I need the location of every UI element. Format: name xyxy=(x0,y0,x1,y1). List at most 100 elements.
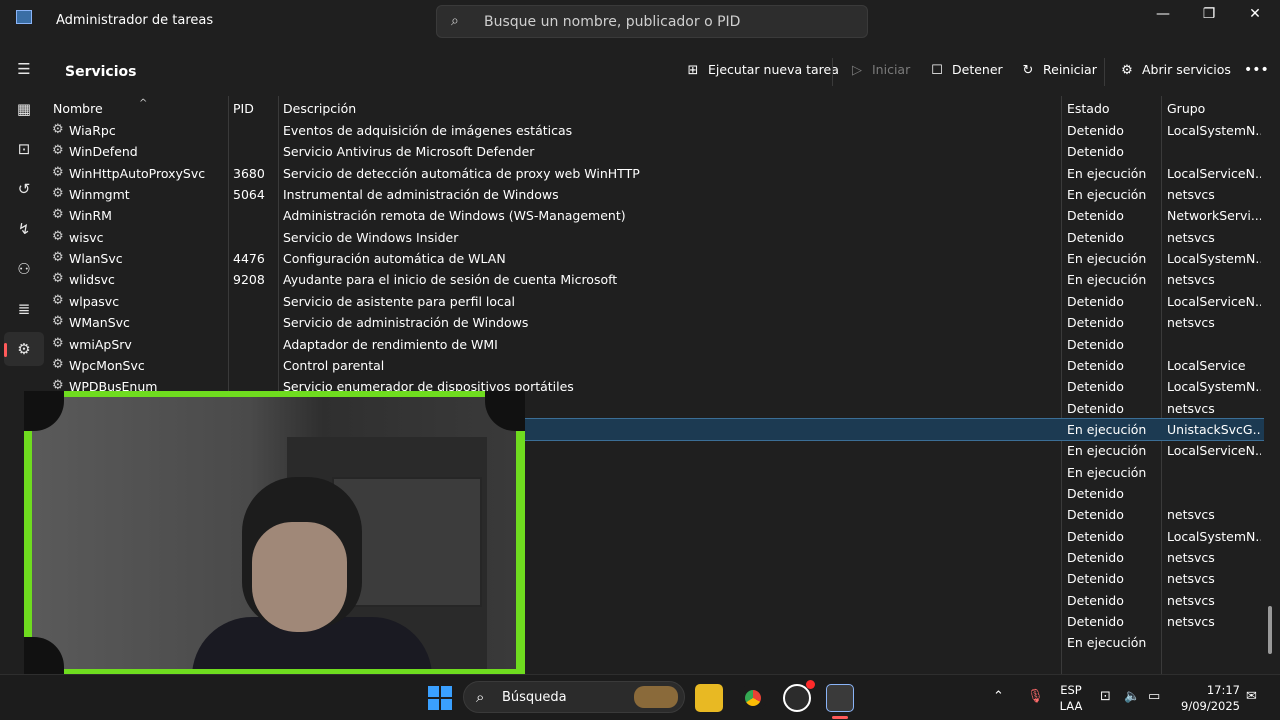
webcam-overlay xyxy=(24,391,525,677)
state-cell: En ejecución xyxy=(1067,443,1147,459)
battery-icon[interactable]: ▭ xyxy=(1148,689,1160,704)
pid-cell: 4476 xyxy=(233,251,265,267)
clock-date[interactable]: 9/09/2025 xyxy=(1176,699,1240,713)
state-cell: Detenido xyxy=(1067,507,1124,523)
taskbar-search[interactable]: ⌕ Búsqueda xyxy=(463,681,685,713)
app-history-icon[interactable]: ↺ xyxy=(4,172,44,206)
service-name-cell: WinHttpAutoProxySvc xyxy=(69,165,206,181)
notification-icon[interactable]: ✉ xyxy=(1246,689,1257,704)
gear-icon: ⚙ xyxy=(52,164,64,180)
group-cell: LocalSystemN... xyxy=(1167,123,1261,138)
table-row[interactable]: ⚙ wlidsvc 9208 Ayudante para el inicio de s… xyxy=(48,269,1264,290)
vertical-scrollbar[interactable] xyxy=(1268,606,1272,654)
gear-icon: ⚙ xyxy=(52,143,64,159)
toolbar-divider xyxy=(832,58,833,86)
table-row[interactable]: ⚙ WlanSvc 4476 Configuración automática de … xyxy=(48,248,1264,269)
gear-icon: ⚙ xyxy=(52,186,64,202)
page-title: Servicios xyxy=(65,64,137,80)
group-cell: LocalServiceN... xyxy=(1167,443,1261,459)
pid-cell: 9208 xyxy=(233,272,265,288)
gear-icon: ⚙ xyxy=(52,314,64,330)
close-button[interactable]: ✕ xyxy=(1241,6,1269,26)
table-row[interactable]: ⚙ wmiApSrv Adaptador de rendimiento de WMI… xyxy=(48,334,1264,355)
volume-icon[interactable]: 🔈 xyxy=(1124,689,1140,704)
description-cell: Adaptador de rendimiento de WMI xyxy=(283,336,498,352)
run-new-task-button[interactable]: ⊞ Ejecutar nueva tarea xyxy=(684,62,839,80)
table-row[interactable]: ⚙ wlpasvc Servicio de asistente para perfi… xyxy=(48,291,1264,312)
gear-icon: ⚙ xyxy=(52,335,64,351)
microphone-icon[interactable]: 🎙 xyxy=(1027,689,1044,704)
clock-time[interactable]: 17:17 xyxy=(1176,683,1240,697)
gear-icon: ⚙ xyxy=(52,228,64,244)
service-name-cell: Winmgmt xyxy=(69,187,130,203)
group-cell: netsvcs xyxy=(1167,614,1215,630)
table-row[interactable]: ⚙ WinHttpAutoProxySvc 3680 Servicio de dete… xyxy=(48,163,1264,184)
network-icon[interactable]: ⊡ xyxy=(1100,689,1111,704)
column-header-group[interactable]: Grupo xyxy=(1167,101,1205,116)
recording-indicator-icon xyxy=(806,680,815,689)
group-cell: LocalSystemN... xyxy=(1167,379,1261,395)
group-cell: netsvcs xyxy=(1167,315,1215,331)
stop-service-button[interactable]: ☐ Detener xyxy=(928,62,1003,80)
state-cell: Detenido xyxy=(1067,528,1124,544)
open-services-button[interactable]: ⚙ Abrir servicios xyxy=(1118,62,1231,80)
restart-service-button[interactable]: ↻ Reiniciar xyxy=(1019,62,1097,80)
search-input[interactable]: ⌕ Busque un nombre, publicador o PID xyxy=(436,5,868,38)
table-row[interactable]: ⚙ WpcMonSvc Control parental Detenido LocalS… xyxy=(48,355,1264,376)
start-service-button[interactable]: ▷ Iniciar xyxy=(848,62,910,80)
column-header-description[interactable]: Descripción xyxy=(283,101,356,116)
gear-icon: ⚙ xyxy=(52,271,64,287)
state-cell: En ejecución xyxy=(1067,187,1147,203)
restart-icon: ↻ xyxy=(1022,63,1034,78)
users-icon[interactable]: ⚇ xyxy=(4,252,44,286)
windows-start-icon[interactable] xyxy=(426,684,454,712)
taskbar-search-label: Búsqueda xyxy=(502,690,567,705)
table-row[interactable]: ⚙ WinRM Administración remota de Windows (… xyxy=(48,205,1264,226)
new-task-icon: ⊞ xyxy=(687,63,699,78)
state-cell: Detenido xyxy=(1067,379,1124,395)
hamburger-menu-icon[interactable]: ☰ xyxy=(4,52,44,86)
search-highlight-image xyxy=(634,686,678,708)
chrome-icon[interactable] xyxy=(739,684,767,712)
group-cell: LocalServiceN... xyxy=(1167,293,1261,309)
table-row[interactable]: ⚙ wisvc Servicio de Windows Insider Detenid… xyxy=(48,227,1264,248)
state-cell: En ejecución xyxy=(1067,635,1147,651)
group-cell: UnistackSvcG... xyxy=(1167,421,1261,437)
group-cell: LocalService xyxy=(1167,357,1246,373)
processes-icon[interactable]: ▦ xyxy=(4,92,44,126)
column-header-state[interactable]: Estado xyxy=(1067,101,1110,116)
state-cell: Detenido xyxy=(1067,571,1124,587)
performance-icon[interactable]: ⊡ xyxy=(4,132,44,166)
service-name-cell: WpcMonSvc xyxy=(69,357,145,373)
service-name-cell: wlidsvc xyxy=(69,272,115,288)
task-manager-taskbar-icon[interactable] xyxy=(826,684,854,712)
language-bottom[interactable]: LAA xyxy=(1058,699,1084,713)
service-name-cell: wlpasvc xyxy=(69,293,120,309)
file-explorer-icon[interactable] xyxy=(695,684,723,712)
description-cell: Instrumental de administración de Window… xyxy=(283,187,559,203)
state-cell: Detenido xyxy=(1067,208,1124,224)
maximize-button[interactable]: ❐ xyxy=(1195,6,1223,26)
service-name-cell: wisvc xyxy=(69,229,104,245)
description-cell: Ayudante para el inicio de sesión de cue… xyxy=(283,272,618,288)
more-options-button[interactable]: ••• xyxy=(1244,62,1269,80)
state-cell: En ejecución xyxy=(1067,165,1147,181)
table-row[interactable]: ⚙ WManSvc Servicio de administración de Wi… xyxy=(48,312,1264,333)
startup-apps-icon[interactable]: ↯ xyxy=(4,212,44,246)
group-cell: NetworkServi... xyxy=(1167,208,1261,224)
language-top[interactable]: ESP xyxy=(1058,683,1084,697)
table-row[interactable]: ⚙ WinDefend Servicio Antivirus de Microsof… xyxy=(48,141,1264,162)
table-row[interactable]: ⚙ Winmgmt 5064 Instrumental de administraci… xyxy=(48,184,1264,205)
minimize-button[interactable]: — xyxy=(1149,6,1177,26)
obs-icon[interactable] xyxy=(783,680,815,712)
column-header-pid[interactable]: PID xyxy=(233,101,254,116)
description-cell: Administración remota de Windows (WS-Man… xyxy=(283,208,626,224)
table-row[interactable]: ⚙ WiaRpc Eventos de adquisición de imágene… xyxy=(48,120,1264,141)
column-header-name[interactable]: Nombre ^ xyxy=(53,98,147,116)
service-name-cell: WManSvc xyxy=(69,315,130,331)
chevron-up-icon[interactable]: ⌃ xyxy=(993,689,1004,704)
details-icon[interactable]: ≣ xyxy=(4,292,44,326)
taskbar: ⌕ Búsqueda ⌃ 🎙 ESP LAA ⊡ 🔈 ▭ 17:17 9/09/… xyxy=(0,674,1280,720)
services-icon[interactable]: ⚙ xyxy=(4,332,44,366)
service-name-cell: WinDefend xyxy=(69,144,138,160)
